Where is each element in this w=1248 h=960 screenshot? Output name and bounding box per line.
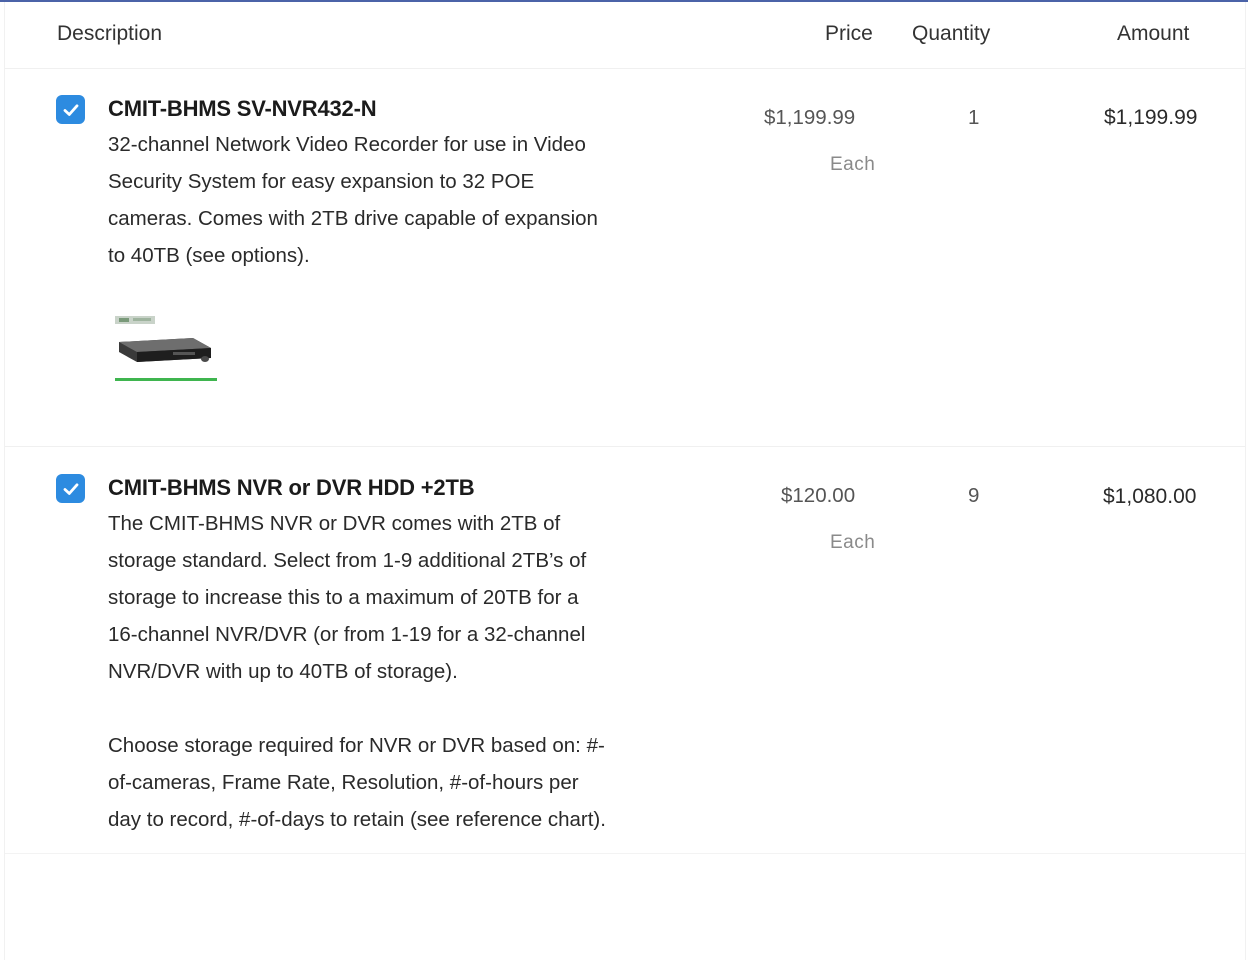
description-line: storage standard. Select from 1-9 additi… <box>108 549 587 572</box>
item-price: $120.00 <box>781 484 856 507</box>
line-item-row: CMIT-BHMS SV-NVR432-N 32-channel Network… <box>5 68 1245 447</box>
description-line: 32-channel Network Video Recorder for us… <box>108 133 586 156</box>
description-line: of-cameras, Frame Rate, Resolution, #-of… <box>108 771 579 794</box>
item-amount: $1,199.99 <box>1104 106 1198 129</box>
description-line: The CMIT-BHMS NVR or DVR comes with 2TB … <box>108 512 561 535</box>
table-header: Description Price Quantity Amount <box>5 2 1245 69</box>
column-header-quantity: Quantity <box>912 22 991 45</box>
item-title: CMIT-BHMS NVR or DVR HDD +2TB <box>108 475 475 500</box>
description-line: Security System for easy expansion to 32… <box>108 170 535 193</box>
item-amount: $1,080.00 <box>1103 485 1197 508</box>
description-line: storage to increase this to a maximum of… <box>108 586 579 609</box>
description-line: 16-channel NVR/DVR (or from 1-19 for a 3… <box>108 623 586 646</box>
description-line: day to record, #-of-days to retain (see … <box>108 808 606 831</box>
product-image[interactable] <box>113 312 219 384</box>
item-checkbox[interactable] <box>56 474 85 503</box>
item-title: CMIT-BHMS SV-NVR432-N <box>108 96 377 121</box>
item-checkbox[interactable] <box>56 95 85 124</box>
item-description: The CMIT-BHMS NVR or DVR comes with 2TB … <box>108 505 648 838</box>
item-quantity: 9 <box>968 484 980 507</box>
description-line: to 40TB (see options). <box>108 244 310 267</box>
column-header-description: Description <box>57 22 163 45</box>
checkmark-icon <box>63 103 78 116</box>
description-line: NVR/DVR with up to 40TB of storage). <box>108 660 458 683</box>
checkmark-icon <box>63 482 78 495</box>
column-header-amount: Amount <box>1117 22 1190 45</box>
description-line: Choose storage required for NVR or DVR b… <box>108 734 605 757</box>
item-description: 32-channel Network Video Recorder for us… <box>108 126 648 274</box>
item-unit: Each <box>830 154 876 175</box>
quote-line-items: Description Price Quantity Amount CMIT-B… <box>4 2 1246 960</box>
description-line: cameras. Comes with 2TB drive capable of… <box>108 207 598 230</box>
item-unit: Each <box>830 532 876 553</box>
item-price: $1,199.99 <box>764 106 856 129</box>
line-item-row: CMIT-BHMS NVR or DVR HDD +2TB The CMIT-B… <box>5 447 1245 854</box>
item-quantity: 1 <box>968 106 980 129</box>
column-header-price: Price <box>825 22 873 45</box>
